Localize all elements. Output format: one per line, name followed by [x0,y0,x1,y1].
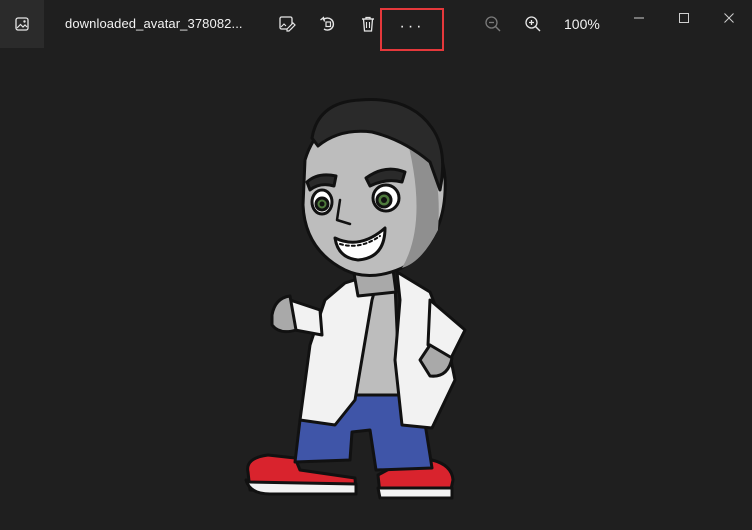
zoom-in-button[interactable] [518,9,548,39]
photos-app-icon [15,17,29,31]
file-name: downloaded_avatar_378082... [65,16,243,31]
app-icon-button[interactable] [0,0,44,48]
delete-trash-icon [359,15,377,33]
maximize-icon [678,12,690,24]
close-icon [723,12,735,24]
zoom-out-icon [484,15,502,33]
minimize-button[interactable] [624,8,654,28]
edit-image-button[interactable] [272,9,302,39]
maximize-button[interactable] [669,8,699,28]
avatar-image [244,98,467,500]
zoom-level[interactable]: 100% [564,16,600,32]
minimize-icon [633,12,645,24]
edit-image-icon [278,15,296,33]
rotate-icon [319,15,337,33]
image-viewer-canvas[interactable] [0,48,752,530]
delete-button[interactable] [353,9,383,39]
close-button[interactable] [714,8,744,28]
zoom-in-icon [524,15,542,33]
more-options-button[interactable]: ··· [380,8,444,51]
rotate-button[interactable] [313,9,343,39]
more-options-icon: ··· [399,17,425,35]
zoom-out-button[interactable] [478,9,508,39]
title-bar: downloaded_avatar_378082... ··· 100% [0,0,752,51]
